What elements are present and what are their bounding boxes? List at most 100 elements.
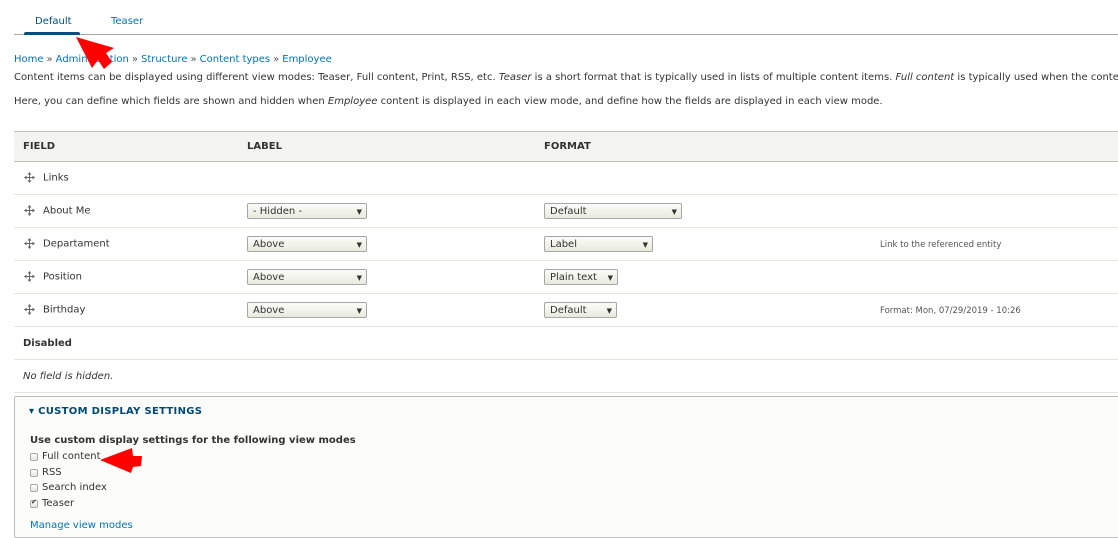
custom-display-settings: ▾ CUSTOM DISPLAY SETTINGS Use custom dis… [14,396,1118,538]
tab-default[interactable]: Default [35,16,72,27]
format-cell: Plain text ▼ [535,260,871,294]
view-modes-description: Content items can be displayed using dif… [14,72,1118,83]
breadcrumb-employee[interactable]: Employee [282,54,332,65]
format-select[interactable]: Default ▼ [544,203,682,219]
checkbox-teaser[interactable]: Teaser [30,498,74,509]
field-summary: Format: Mon, 07/29/2019 - 10:26 [880,305,1021,316]
select-value: Above [253,272,285,283]
dropdown-arrow-icon: ▼ [607,274,613,282]
checkbox-icon[interactable] [30,452,38,461]
select-value: Above [253,239,285,250]
summary-cell: Link to the referenced entity [871,227,1118,261]
label-cell [238,161,535,195]
active-tab-indicator [24,32,80,35]
breadcrumb-separator: » [46,54,53,65]
field-display-table: Field Label Format Links About Me - Hidd… [14,131,1118,393]
empty-region-message: No field is hidden. [14,359,1118,393]
field-cell: Birthday [14,293,238,327]
select-value: Above [253,305,285,316]
checkbox-label: Search index [42,482,107,493]
table-row: About Me - Hidden - ▼ Default ▼ [14,194,1118,228]
column-header-format: Format [535,131,871,162]
checkbox-icon[interactable] [30,468,38,477]
breadcrumb-content-types[interactable]: Content types [200,54,271,65]
drag-handle-icon[interactable] [24,205,35,217]
field-summary: Link to the referenced entity [880,239,1002,250]
description-emphasis: Employee [327,96,378,107]
summary-cell [871,260,1118,294]
dropdown-arrow-icon: ▼ [642,241,648,249]
format-select[interactable]: Default ▼ [544,302,617,318]
label-select[interactable]: Above ▼ [247,302,367,318]
description-text: Content items can be displayed using dif… [14,72,499,83]
checkbox-checked-icon[interactable] [30,498,38,508]
view-mode-tabs: Default Teaser [14,0,1118,35]
checkbox-label: RSS [42,467,62,478]
breadcrumb-separator: » [190,54,197,65]
breadcrumb-separator: » [131,54,138,65]
table-row: Birthday Above ▼ Default ▼ Format: Mon, 07… [14,293,1118,327]
custom-display-settings-toggle[interactable]: ▾ CUSTOM DISPLAY SETTINGS [29,406,202,417]
drag-handle-icon[interactable] [24,304,35,316]
field-name: Position [43,271,82,283]
field-name: Links [43,172,69,184]
checkbox-label: Full content [42,451,101,462]
description-emphasis: Teaser [498,72,532,83]
annotation-arrow-icon [76,37,114,69]
select-value: Default [550,206,587,217]
breadcrumb-home[interactable]: Home [14,54,44,65]
summary-cell [871,161,1118,195]
format-cell: Default ▼ [535,293,871,327]
checkbox-full-content[interactable]: Full content [30,451,101,462]
label-cell: Above ▼ [238,260,535,294]
field-name: Birthday [43,304,86,316]
drag-handle-icon[interactable] [24,238,35,250]
breadcrumb-separator: » [273,54,280,65]
label-cell: Above ▼ [238,293,535,327]
summary-cell: Format: Mon, 07/29/2019 - 10:26 [871,293,1118,327]
column-header-label: Label [238,131,535,162]
annotation-arrow-icon [100,448,142,473]
checkbox-icon[interactable] [30,483,38,492]
description-text: is a short format that is typically used… [531,72,896,83]
select-value: Default [550,305,587,316]
tab-teaser[interactable]: Teaser [111,16,143,27]
description-text: content is displayed in each view mode, … [377,96,883,107]
description-text: Here, you can define which fields are sh… [14,96,328,107]
select-value: - Hidden - [253,206,303,217]
label-cell: Above ▼ [238,227,535,261]
select-value: Plain text [550,272,597,283]
table-header-row: Field Label Format [14,131,1118,162]
format-cell [535,161,871,195]
field-name: About Me [43,205,91,217]
breadcrumb: Home»Administration»Structure»Content ty… [14,54,332,65]
summary-cell [871,194,1118,228]
empty-region-row: No field is hidden. [14,359,1118,393]
label-cell: - Hidden - ▼ [238,194,535,228]
field-cell: Links [14,161,238,195]
dropdown-arrow-icon: ▼ [606,307,612,315]
table-row: Departament Above ▼ Label ▼ Link to the re… [14,227,1118,261]
label-select[interactable]: Above ▼ [247,236,367,252]
description-emphasis: Full content [895,72,955,83]
disabled-region-row: Disabled [14,326,1118,360]
field-cell: Departament [14,227,238,261]
table-row: Position Above ▼ Plain text ▼ [14,260,1118,294]
format-select[interactable]: Label ▼ [544,236,653,252]
checkbox-search-index[interactable]: Search index [30,482,107,493]
checkbox-label: Teaser [42,498,75,509]
view-modes-title: Use custom display settings for the foll… [30,435,356,446]
label-select[interactable]: - Hidden - ▼ [247,203,367,219]
dropdown-arrow-icon: ▼ [356,241,362,249]
field-name: Departament [43,238,110,250]
breadcrumb-structure[interactable]: Structure [141,54,188,65]
fields-description: Here, you can define which fields are sh… [14,96,883,107]
format-cell: Label ▼ [535,227,871,261]
field-cell: Position [14,260,238,294]
checkbox-rss[interactable]: RSS [30,467,62,478]
label-select[interactable]: Above ▼ [247,269,367,285]
dropdown-arrow-icon: ▼ [356,307,362,315]
drag-handle-icon[interactable] [24,172,35,184]
drag-handle-icon[interactable] [24,271,35,283]
format-select[interactable]: Plain text ▼ [544,269,618,285]
